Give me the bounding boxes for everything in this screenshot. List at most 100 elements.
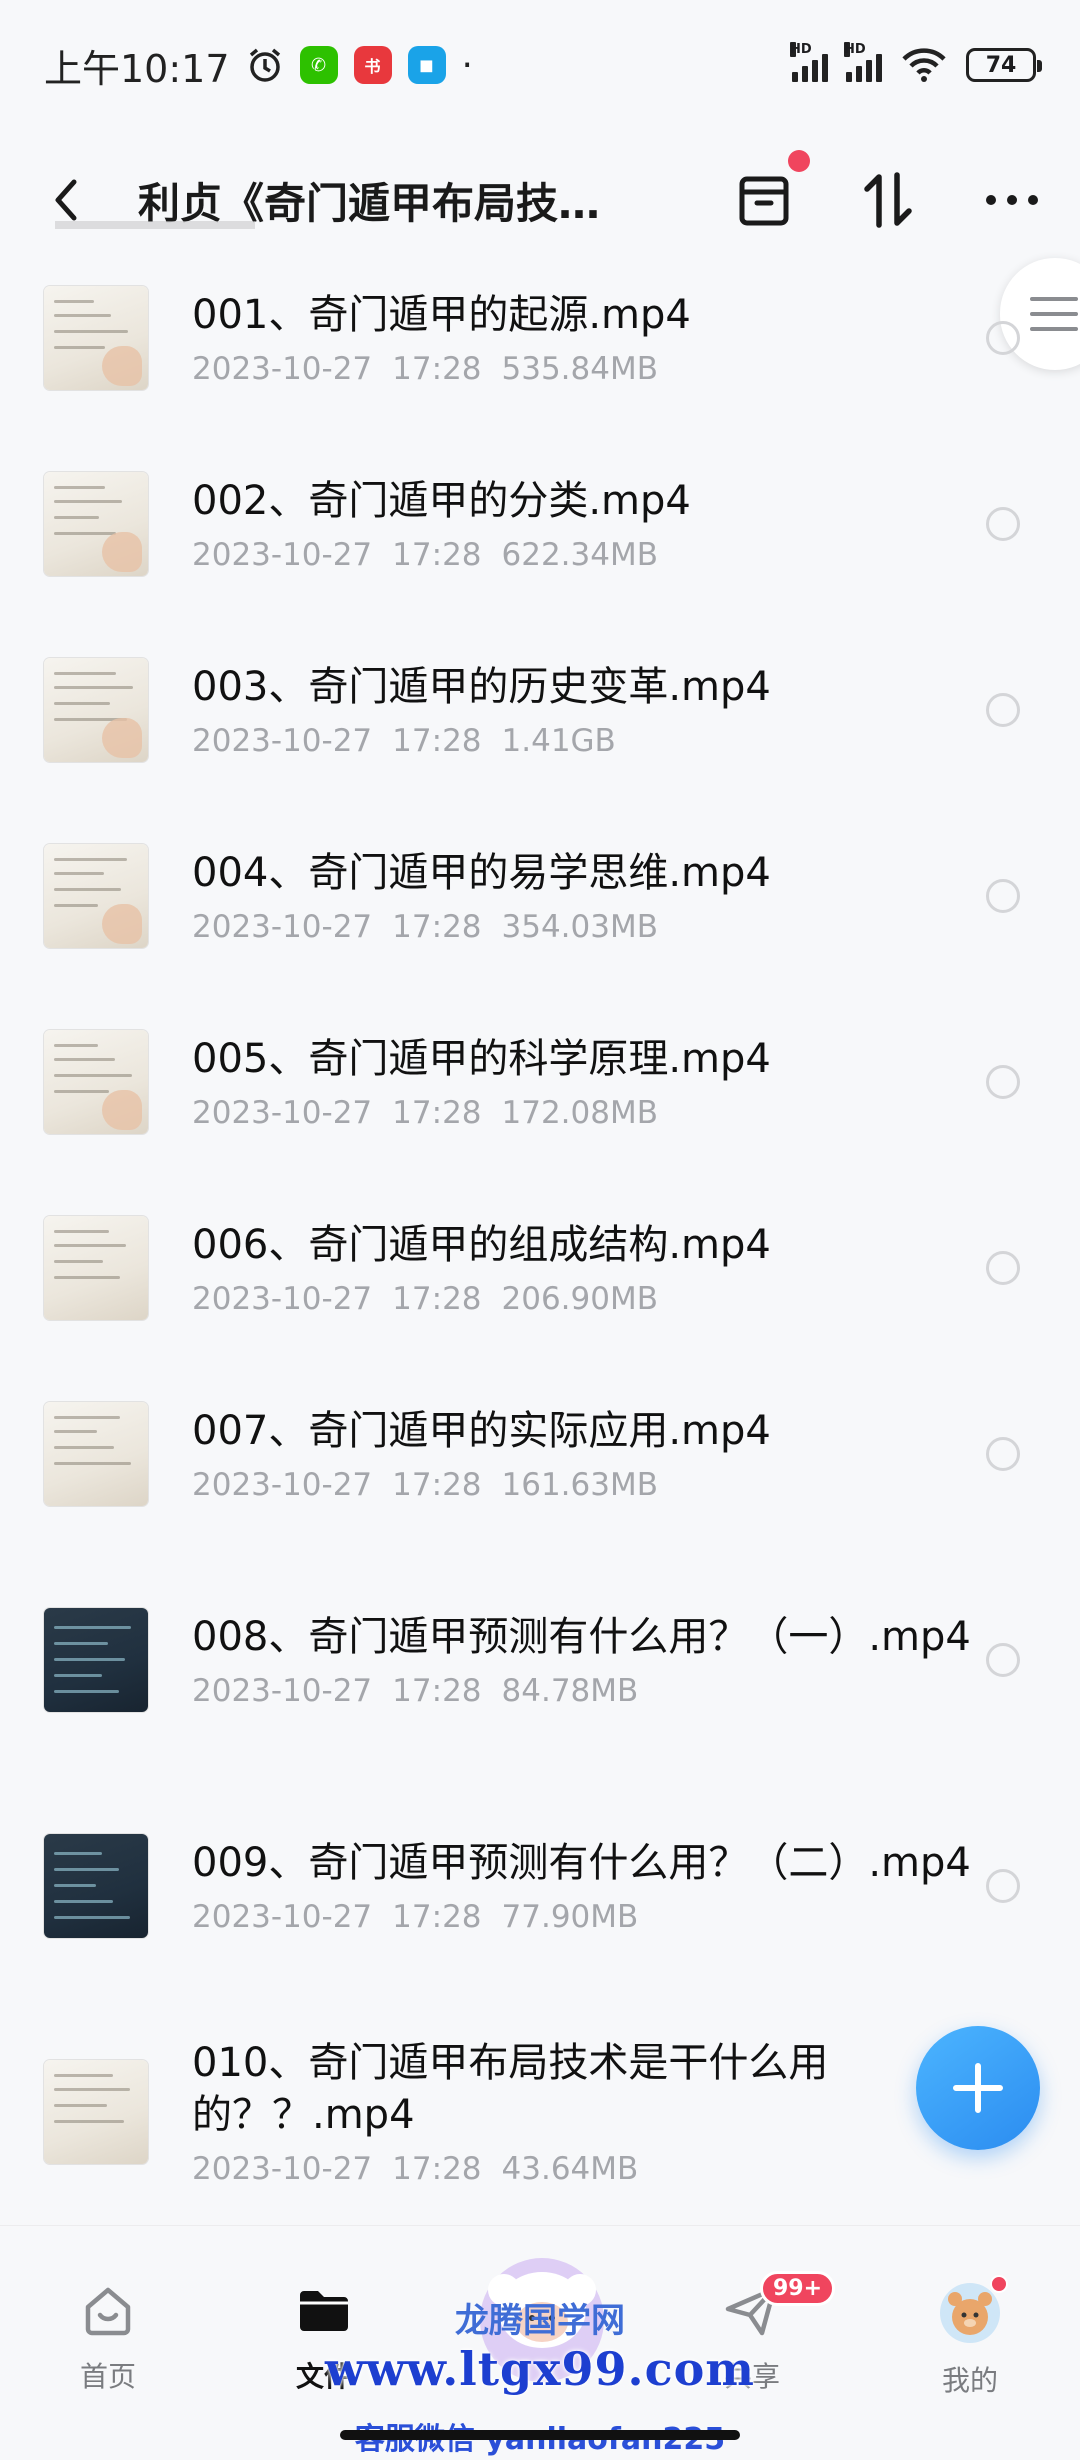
battery-icon: 74 [966,48,1042,82]
video-thumbnail [44,658,148,762]
file-name: 003、奇门遁甲的历史变革.mp4 [192,664,771,710]
battery-level: 74 [985,52,1017,78]
video-thumbnail [44,286,148,390]
file-info: 005、奇门遁甲的科学原理.mp4 2023-10-27 17:28 172.08MB [192,1033,972,1131]
file-name: 009、奇门遁甲预测有什么用？（二）.mp4 [192,1840,971,1886]
file-list: 001、奇门遁甲的起源.mp4 2023-10-27 17:28 535.84MB 00… [0,245,1080,2225]
file-size: 84.78MB [501,1673,639,1709]
file-date: 2023-10-27 [192,1673,373,1709]
file-size: 535.84MB [501,351,658,387]
file-info: 009、奇门遁甲预测有什么用？（二）.mp4 2023-10-27 17:28 77.… [192,1837,972,1935]
file-meta: 2023-10-27 17:28 172.08MB [192,1095,972,1131]
file-info: 003、奇门遁甲的历史变革.mp4 2023-10-27 17:28 1.41GB [192,661,972,759]
file-meta: 2023-10-27 17:28 84.78MB [192,1673,972,1709]
select-radio[interactable] [986,1437,1020,1471]
file-name: 001、奇门遁甲的起源.mp4 [192,292,691,338]
file-info: 006、奇门遁甲的组成结构.mp4 2023-10-27 17:28 206.90MB [192,1219,972,1317]
file-info: 001、奇门遁甲的起源.mp4 2023-10-27 17:28 535.84MB [192,289,972,387]
subheader-fragment [55,205,255,229]
file-size: 172.08MB [501,1095,658,1131]
home-indicator[interactable] [340,2430,740,2440]
status-right: HD HD 74 [790,42,1042,83]
notification-dot [788,150,810,172]
select-radio[interactable] [986,1869,1020,1903]
file-meta: 2023-10-27 17:28 354.03MB [192,909,972,945]
file-info: 008、奇门遁甲预测有什么用？（一）.mp4 2023-10-27 17:28 84.… [192,1611,972,1709]
file-time: 17:28 [392,1899,482,1935]
file-row[interactable]: 003、奇门遁甲的历史变革.mp4 2023-10-27 17:28 1.41GB [0,617,1080,803]
video-thumbnail [44,1402,148,1506]
file-time: 17:28 [392,723,482,759]
signal-icon: HD [844,42,882,82]
file-meta: 2023-10-27 17:28 206.90MB [192,1281,972,1317]
file-meta: 2023-10-27 17:28 161.63MB [192,1467,972,1503]
file-size: 354.03MB [501,909,658,945]
select-radio[interactable] [986,321,1020,355]
file-name: 007、奇门遁甲的实际应用.mp4 [192,1408,771,1454]
file-row[interactable]: 004、奇门遁甲的易学思维.mp4 2023-10-27 17:28 354.03MB [0,803,1080,989]
file-row[interactable]: 002、奇门遁甲的分类.mp4 2023-10-27 17:28 622.34MB [0,431,1080,617]
file-date: 2023-10-27 [192,2151,373,2187]
select-radio[interactable] [986,507,1020,541]
select-radio[interactable] [986,1251,1020,1285]
file-meta: 2023-10-27 17:28 43.64MB [192,2151,972,2187]
file-date: 2023-10-27 [192,723,373,759]
alarm-icon [249,48,280,82]
file-meta: 2023-10-27 17:28 535.84MB [192,351,972,387]
select-radio[interactable] [986,1643,1020,1677]
file-info: 002、奇门遁甲的分类.mp4 2023-10-27 17:28 622.34MB [192,475,972,573]
video-thumbnail [44,1834,148,1938]
red-app-icon: 书 [353,46,392,84]
select-radio[interactable] [986,1065,1020,1099]
file-name: 006、奇门遁甲的组成结构.mp4 [192,1222,771,1268]
file-date: 2023-10-27 [192,1467,373,1503]
watermark-brand: 龙腾国学网 [455,2301,625,2341]
select-radio[interactable] [986,879,1020,913]
file-info: 004、奇门遁甲的易学思维.mp4 2023-10-27 17:28 354.03MB [192,847,972,945]
file-date: 2023-10-27 [192,1899,373,1935]
video-thumbnail [44,1030,148,1134]
video-thumbnail [44,2060,148,2164]
file-row[interactable]: 006、奇门遁甲的组成结构.mp4 2023-10-27 17:28 206.90MB [0,1175,1080,1361]
status-dot: · [461,44,473,86]
file-size: 43.64MB [501,2151,639,2187]
file-name: 005、奇门遁甲的科学原理.mp4 [192,1036,771,1082]
wechat-icon: ✆ [299,46,338,84]
file-row[interactable]: 010、奇门遁甲布局技术是干什么用的？？.mp4 2023-10-27 17:28 4… [0,1999,1080,2225]
file-date: 2023-10-27 [192,1281,373,1317]
plus-icon [953,2063,1003,2113]
file-time: 17:28 [392,351,482,387]
file-date: 2023-10-27 [192,537,373,573]
file-name: 002、奇门遁甲的分类.mp4 [192,478,691,524]
video-thumbnail [44,1216,148,1320]
file-row[interactable]: 009、奇门遁甲预测有什么用？（二）.mp4 2023-10-27 17:28 77.… [0,1773,1080,1999]
file-time: 17:28 [392,1281,482,1317]
add-button[interactable] [916,2026,1040,2150]
file-info: 007、奇门遁甲的实际应用.mp4 2023-10-27 17:28 161.63MB [192,1405,972,1503]
file-time: 17:28 [392,1095,482,1131]
blue-app-icon: ◼ [407,46,446,84]
file-date: 2023-10-27 [192,351,373,387]
wifi-icon [902,48,946,82]
file-meta: 2023-10-27 17:28 622.34MB [192,537,972,573]
video-thumbnail [44,844,148,948]
file-time: 17:28 [392,909,482,945]
file-row[interactable]: 001、奇门遁甲的起源.mp4 2023-10-27 17:28 535.84MB [0,245,1080,431]
file-row[interactable]: 008、奇门遁甲预测有什么用？（一）.mp4 2023-10-27 17:28 84.… [0,1547,1080,1773]
file-size: 206.90MB [501,1281,658,1317]
file-row[interactable]: 007、奇门遁甲的实际应用.mp4 2023-10-27 17:28 161.63MB [0,1361,1080,1547]
file-size: 1.41GB [501,723,616,759]
file-row[interactable]: 005、奇门遁甲的科学原理.mp4 2023-10-27 17:28 172.08MB [0,989,1080,1175]
file-info: 010、奇门遁甲布局技术是干什么用的？？.mp4 2023-10-27 17:28 4… [192,2037,972,2187]
file-time: 17:28 [392,2151,482,2187]
profile-dot [990,2275,1008,2293]
file-name: 004、奇门遁甲的易学思维.mp4 [192,850,771,896]
file-time: 17:28 [392,1673,482,1709]
file-size: 77.90MB [501,1899,639,1935]
select-radio[interactable] [986,693,1020,727]
file-name: 010、奇门遁甲布局技术是干什么用的？？.mp4 [192,2040,829,2138]
file-meta: 2023-10-27 17:28 77.90MB [192,1899,972,1935]
scrolled-subheader [55,205,1035,245]
file-date: 2023-10-27 [192,1095,373,1131]
status-time: 上午10:17 [44,46,230,91]
